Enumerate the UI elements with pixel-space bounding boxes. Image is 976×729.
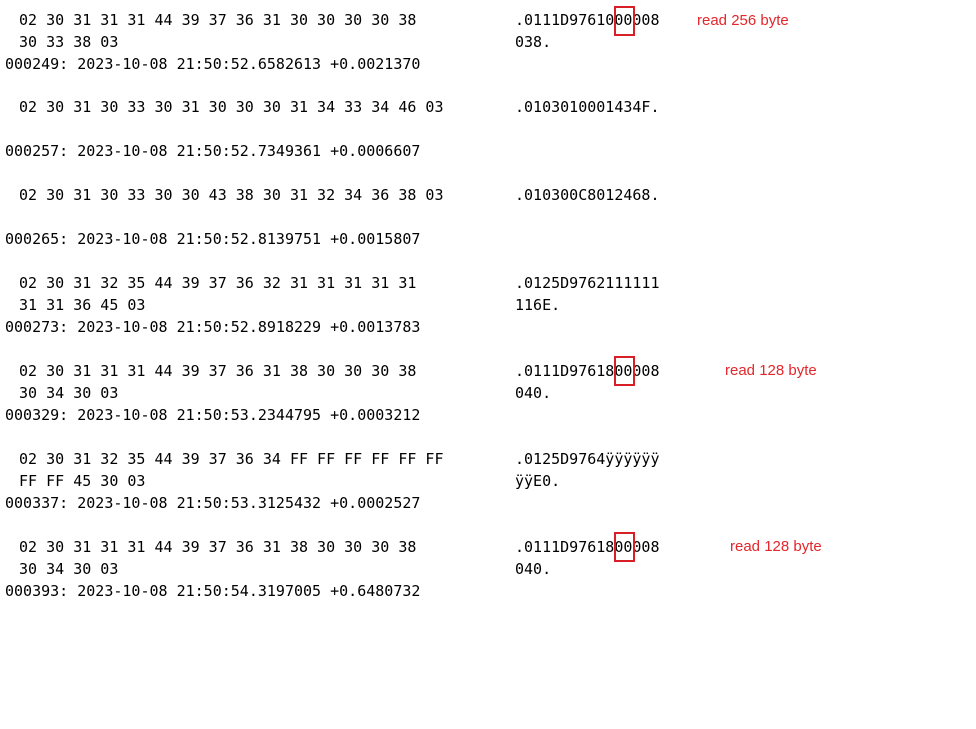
- hex-line: FF FF 45 30 03: [10, 472, 146, 490]
- ascii-line: 038.: [515, 33, 552, 51]
- hex-line: 02 30 31 32 35 44 39 37 36 34 FF FF FF F…: [10, 450, 444, 468]
- ascii-line: .0111D9761800008: [515, 362, 660, 380]
- ascii-line: 040.: [515, 384, 552, 402]
- timestamp-line: 000273: 2023-10-08 21:50:52.8918229 +0.0…: [5, 318, 421, 336]
- timestamp-line: 000393: 2023-10-08 21:50:54.3197005 +0.6…: [5, 582, 421, 600]
- timestamp-line: 000329: 2023-10-08 21:50:53.2344795 +0.0…: [5, 406, 421, 424]
- ascii-line: .0125D9762111111: [515, 274, 660, 292]
- timestamp-line: 000249: 2023-10-08 21:50:52.6582613 +0.0…: [5, 55, 421, 73]
- hex-line: 02 30 31 30 33 30 30 43 38 30 31 32 34 3…: [10, 186, 444, 204]
- hex-line: 30 34 30 03: [10, 384, 119, 402]
- ascii-line: .0111D9761000008: [515, 11, 660, 29]
- ascii-line: 040.: [515, 560, 552, 578]
- hex-line: 30 34 30 03: [10, 560, 119, 578]
- highlight-box: [614, 6, 635, 36]
- ascii-line: .0103010001434F.: [515, 98, 660, 116]
- ascii-line: 116E.: [515, 296, 561, 314]
- annotation-note: read 256 byte: [697, 12, 789, 29]
- ascii-line: ÿÿE0.: [515, 472, 561, 490]
- hex-line: 02 30 31 32 35 44 39 37 36 32 31 31 31 3…: [10, 274, 417, 292]
- hex-line: 31 31 36 45 03: [10, 296, 146, 314]
- ascii-line: .0111D9761800008: [515, 538, 660, 556]
- hex-line: 02 30 31 30 33 30 31 30 30 30 31 34 33 3…: [10, 98, 444, 116]
- ascii-line: .010300C8012468.: [515, 186, 660, 204]
- timestamp-line: 000337: 2023-10-08 21:50:53.3125432 +0.0…: [5, 494, 421, 512]
- annotation-note: read 128 byte: [730, 538, 822, 555]
- ascii-line: .0125D9764ÿÿÿÿÿÿ: [515, 450, 660, 468]
- timestamp-line: 000265: 2023-10-08 21:50:52.8139751 +0.0…: [5, 230, 421, 248]
- hex-line: 30 33 38 03: [10, 33, 119, 51]
- hex-line: 02 30 31 31 31 44 39 37 36 31 38 30 30 3…: [10, 538, 417, 556]
- hex-line: 02 30 31 31 31 44 39 37 36 31 38 30 30 3…: [10, 362, 417, 380]
- timestamp-line: 000257: 2023-10-08 21:50:52.7349361 +0.0…: [5, 142, 421, 160]
- highlight-box: [614, 356, 635, 386]
- annotation-note: read 128 byte: [725, 362, 817, 379]
- hex-line: 02 30 31 31 31 44 39 37 36 31 30 30 30 3…: [10, 11, 417, 29]
- highlight-box: [614, 532, 635, 562]
